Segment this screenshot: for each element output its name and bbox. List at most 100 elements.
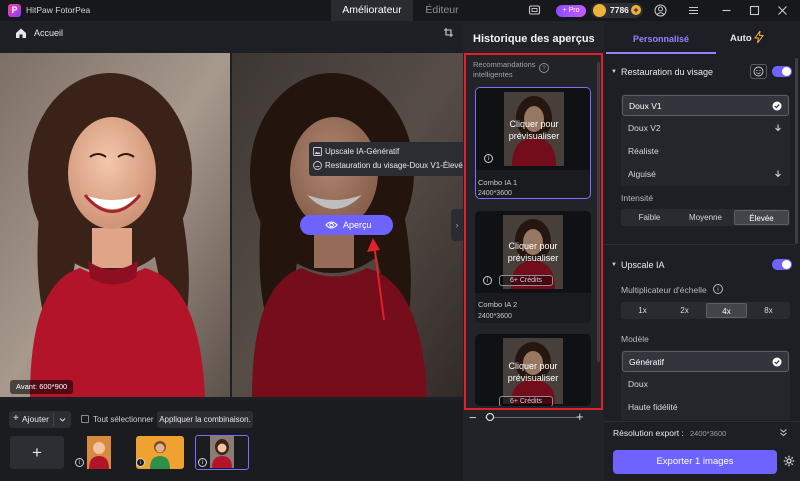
home-bar — [0, 21, 463, 46]
add-image-tile[interactable]: + — [10, 436, 64, 469]
credits-badge: 6+ Crédits — [499, 275, 553, 286]
chevron-down-icon[interactable] — [58, 415, 67, 424]
eye-icon — [325, 220, 338, 230]
face-model-option[interactable]: Doux V2 — [622, 118, 789, 139]
divider — [53, 413, 54, 426]
settings-scrollbar[interactable] — [795, 58, 798, 244]
model-option-label: Génératif — [629, 357, 664, 367]
export-resolution-value: 2400*3600 — [690, 429, 727, 438]
info-icon[interactable]: i — [484, 154, 493, 163]
face-smile-icon[interactable] — [750, 64, 767, 79]
multiplier-option[interactable]: 2x — [664, 303, 705, 318]
coin-icon — [593, 4, 606, 17]
close-icon[interactable] — [776, 4, 789, 17]
pro-badge[interactable]: + Pro — [556, 5, 586, 17]
face-icon — [313, 161, 322, 170]
preview-button-label: Aperçu — [343, 220, 372, 230]
face-model-option[interactable]: Réaliste — [622, 141, 789, 162]
card-click-hint: Cliquer pour — [509, 119, 559, 129]
tab-enhancer[interactable]: Améliorateur — [331, 0, 413, 21]
download-icon[interactable] — [773, 169, 783, 179]
card-name: Combo IA 2 — [478, 300, 518, 309]
face-model-option[interactable]: Doux V1 — [622, 95, 789, 116]
maximize-icon[interactable] — [748, 4, 761, 17]
export-button[interactable]: Exporter 1 images — [613, 450, 777, 474]
help-icon[interactable]: ? — [539, 63, 549, 73]
screen-icon[interactable] — [528, 4, 541, 17]
home-icon[interactable] — [15, 27, 27, 39]
history-scrollbar[interactable] — [597, 62, 600, 362]
collapse-caret-icon[interactable]: ▼ — [611, 262, 617, 268]
zoom-slider-track[interactable] — [485, 417, 580, 418]
tooltip-line: Upscale IA-Génératif — [325, 147, 400, 156]
upscale-model-option[interactable]: Haute fidélité — [622, 397, 789, 418]
image-icon — [313, 147, 322, 156]
user-icon[interactable] — [654, 4, 667, 17]
multiplier-option[interactable]: 8x — [748, 303, 789, 318]
face-restoration-toggle[interactable] — [772, 66, 792, 77]
multiplier-option-selected[interactable]: 4x — [706, 303, 747, 318]
model-option-label: Réaliste — [628, 146, 659, 156]
multiplier-label: Multiplicateur d'échelle — [621, 285, 707, 295]
apply-combination-button[interactable]: Appliquer la combinaison. — [157, 411, 253, 428]
download-icon[interactable] — [773, 123, 783, 133]
crop-icon[interactable] — [443, 27, 454, 38]
model-option-label: Doux V1 — [629, 101, 662, 111]
card-click-hint: prévisualiser — [507, 373, 559, 383]
intensity-label: Intensité — [621, 193, 654, 203]
preview-button[interactable]: Aperçu — [300, 215, 393, 235]
upscale-model-option[interactable]: Doux — [622, 374, 789, 395]
info-icon[interactable]: i — [483, 276, 492, 285]
combo-tooltip: Upscale IA-Génératif Restauration du vis… — [309, 142, 471, 176]
face-model-option[interactable]: Aiguisé — [622, 164, 789, 185]
credit-count: 7786 — [610, 5, 629, 15]
model-option-label: Doux — [628, 379, 648, 389]
collapse-handle[interactable]: › — [451, 209, 463, 241]
red-arrow-annotation — [366, 238, 390, 322]
multiplier-option[interactable]: 1x — [622, 303, 663, 318]
select-all-checkbox[interactable] — [81, 415, 89, 423]
intensity-option[interactable]: Moyenne — [678, 210, 733, 225]
intensity-option-selected[interactable]: Élevée — [734, 210, 789, 225]
model-option-label: Doux V2 — [628, 123, 661, 133]
card-name: Combo IA 1 — [478, 178, 518, 187]
zoom-slider-handle[interactable] — [486, 413, 494, 421]
preview-card[interactable]: Cliquer pour prévisualiser 6+ Crédits — [475, 334, 591, 406]
app-name: HitPaw FotorPea — [26, 5, 91, 15]
card-resolution: 2400*3600 — [478, 313, 512, 320]
tab-auto[interactable]: Auto — [730, 33, 752, 44]
check-icon — [772, 101, 782, 111]
size-badge: Avant: 600*900 — [10, 380, 74, 394]
zoom-out-button[interactable]: − — [469, 410, 477, 425]
credits-badge: 6+ Crédits — [499, 396, 553, 406]
gear-icon[interactable] — [783, 455, 795, 467]
info-icon[interactable]: i — [136, 458, 145, 467]
plus-icon: + — [13, 413, 19, 424]
export-resolution-label: Résolution export : — [613, 428, 684, 438]
model-label: Modèle — [621, 334, 649, 344]
zoom-in-button[interactable]: + — [576, 409, 584, 424]
info-icon[interactable]: i — [713, 284, 723, 294]
collapse-caret-icon[interactable]: ▼ — [611, 69, 617, 75]
card-resolution: 2400*3600 — [478, 190, 512, 197]
card-click-hint: prévisualiser — [508, 131, 560, 141]
history-title: Historique des aperçus — [473, 33, 595, 45]
upscale-title: Upscale IA — [621, 260, 665, 270]
tab-custom[interactable]: Personnalisé — [606, 27, 716, 51]
select-all-label: Tout sélectionner — [93, 415, 154, 424]
add-credits-button[interactable]: + — [631, 5, 641, 15]
minimize-icon[interactable] — [720, 4, 733, 17]
tooltip-line: Restauration du visage-Doux V1-Élevée — [325, 161, 468, 170]
check-icon — [772, 357, 782, 367]
upscale-model-option[interactable]: Génératif — [622, 351, 789, 372]
info-icon[interactable]: i — [75, 458, 84, 467]
chevron-double-down-icon[interactable] — [779, 428, 788, 437]
intensity-option[interactable]: Faible — [622, 210, 677, 225]
info-icon[interactable]: i — [198, 458, 207, 467]
home-link[interactable]: Accueil — [34, 28, 63, 38]
card-click-hint: Cliquer pour — [508, 241, 558, 251]
tab-editor[interactable]: Éditeur — [414, 0, 470, 21]
bolt-icon — [754, 31, 764, 43]
upscale-toggle[interactable] — [772, 259, 792, 270]
menu-icon[interactable] — [687, 4, 700, 17]
